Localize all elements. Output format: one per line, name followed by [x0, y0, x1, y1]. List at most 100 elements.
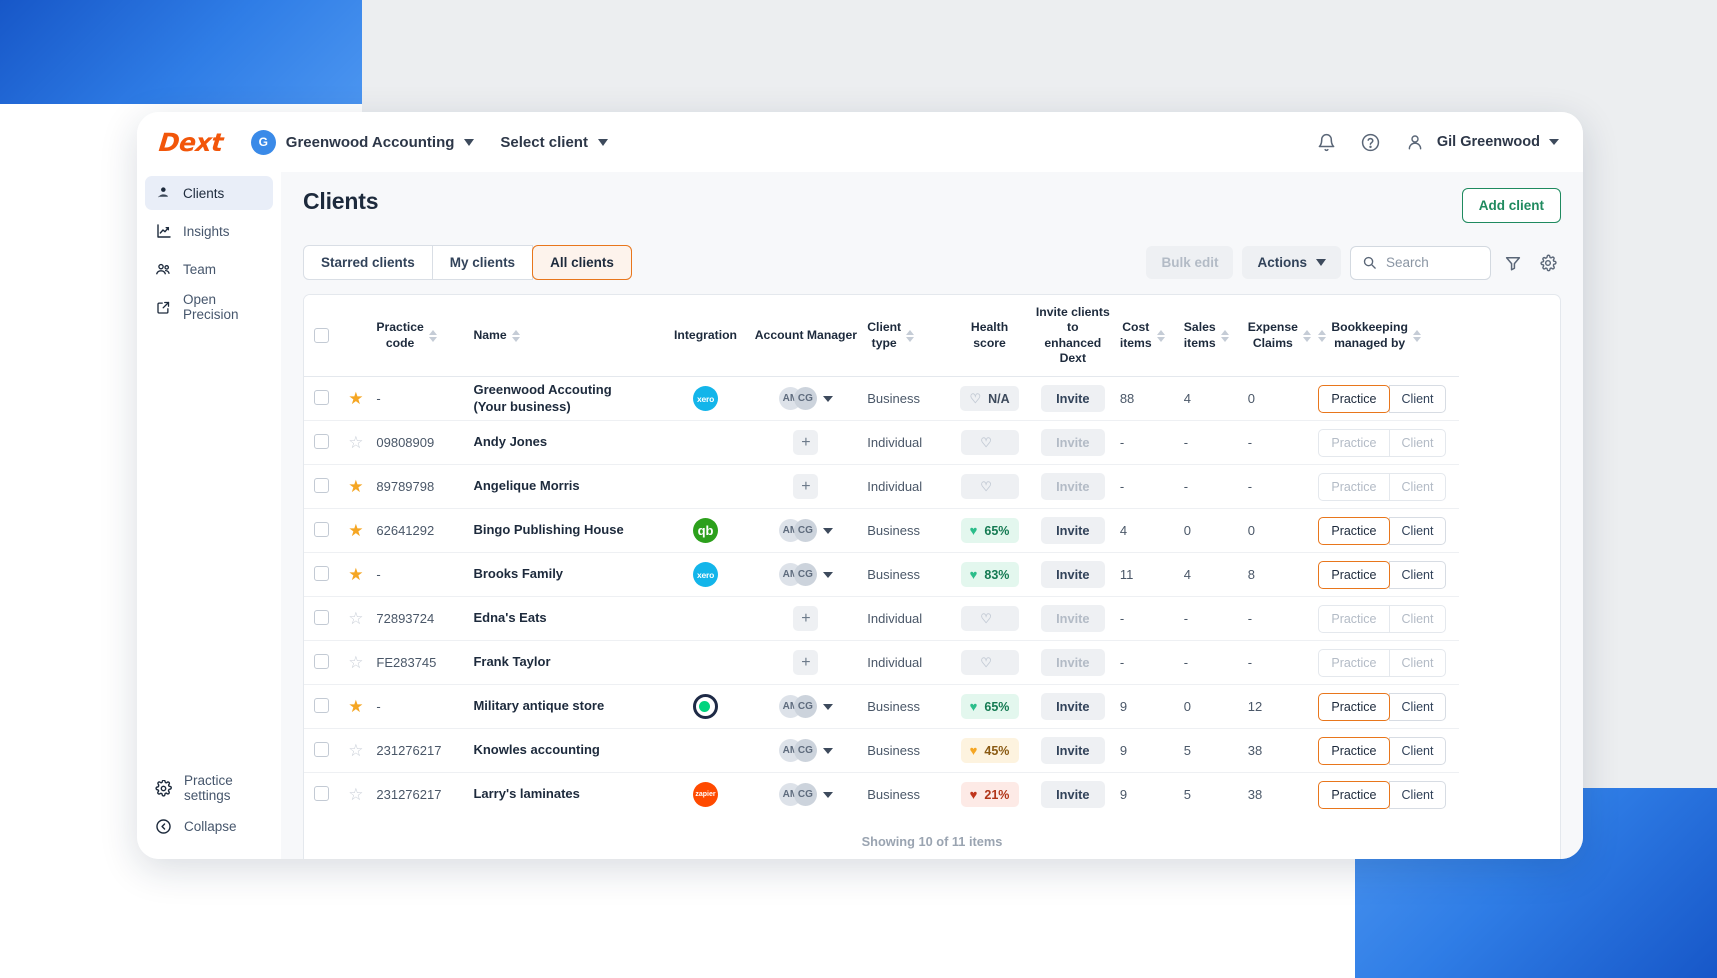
manager-group[interactable]: AMCG [753, 563, 860, 586]
bookkeeping-option-client[interactable]: Client [1389, 517, 1447, 545]
add-client-button[interactable]: Add client [1462, 188, 1561, 223]
star-icon[interactable]: ★ [348, 565, 363, 584]
add-manager-button[interactable]: + [793, 430, 818, 455]
invite-button[interactable]: Invite [1041, 517, 1104, 544]
invite-button[interactable]: Invite [1041, 561, 1104, 588]
bookkeeping-option-practice[interactable]: Practice [1318, 781, 1389, 809]
row-checkbox[interactable] [314, 610, 329, 625]
add-manager-button[interactable]: + [793, 650, 818, 675]
bell-icon[interactable] [1314, 129, 1340, 155]
sort-icon[interactable] [1413, 330, 1421, 342]
add-manager-button[interactable]: + [793, 606, 818, 631]
row-checkbox[interactable] [314, 566, 329, 581]
bookkeeping-option-client[interactable]: Client [1389, 385, 1447, 413]
sidebar-item-practice-settings[interactable]: Practice settings [145, 771, 273, 805]
star-icon[interactable]: ★ [348, 389, 363, 408]
star-icon[interactable]: ★ [348, 477, 363, 496]
qb-integration-icon[interactable]: qb [693, 518, 718, 543]
zapier-integration-icon[interactable]: zapier [693, 782, 718, 807]
user-menu[interactable]: Gil Greenwood [1402, 129, 1559, 155]
client-name-cell[interactable]: Knowles accounting [469, 729, 662, 773]
th-practice-code[interactable]: Practice code [372, 295, 469, 377]
sage-integration-icon[interactable] [693, 694, 718, 719]
sidebar-item-clients[interactable]: Clients [145, 176, 273, 210]
sidebar-item-team[interactable]: Team [145, 252, 273, 286]
chevron-down-icon[interactable] [823, 792, 833, 798]
table-row[interactable]: ☆72893724Edna's Eats+Individual♡Invite--… [304, 597, 1459, 641]
manager-group[interactable]: AMCG [753, 739, 860, 762]
star-icon[interactable]: ☆ [348, 653, 363, 672]
bookkeeping-option-practice[interactable]: Practice [1318, 385, 1389, 413]
tab-starred-clients[interactable]: Starred clients [303, 245, 433, 280]
search-box[interactable] [1350, 246, 1491, 280]
client-name-cell[interactable]: Andy Jones [469, 421, 662, 465]
actions-button[interactable]: Actions [1242, 246, 1341, 279]
manager-group[interactable]: AMCG [753, 695, 860, 718]
row-checkbox[interactable] [314, 698, 329, 713]
sort-icon[interactable] [429, 330, 437, 342]
gear-icon[interactable] [1535, 250, 1561, 276]
row-checkbox[interactable] [314, 390, 329, 405]
help-circle-icon[interactable] [1358, 129, 1384, 155]
row-checkbox[interactable] [314, 786, 329, 801]
row-checkbox[interactable] [314, 478, 329, 493]
sort-icon[interactable] [1221, 330, 1229, 342]
sort-icon[interactable] [1157, 330, 1165, 342]
client-name-cell[interactable]: Bingo Publishing House [469, 509, 662, 553]
table-row[interactable]: ★89789798Angelique Morris+Individual♡Inv… [304, 465, 1459, 509]
org-selector[interactable]: G Greenwood Accounting [251, 130, 475, 155]
row-checkbox[interactable] [314, 522, 329, 537]
bookkeeping-option-client[interactable]: Client [1389, 561, 1447, 589]
star-icon[interactable]: ★ [348, 697, 363, 716]
manager-group[interactable]: AMCG [753, 783, 860, 806]
th-name[interactable]: Name [469, 295, 662, 377]
sort-icon[interactable] [512, 330, 520, 342]
chevron-down-icon[interactable] [823, 396, 833, 402]
chevron-down-icon[interactable] [823, 748, 833, 754]
sort-icon[interactable] [1318, 330, 1326, 342]
client-name-cell[interactable]: Military antique store [469, 685, 662, 729]
xero-integration-icon[interactable]: xero [693, 386, 718, 411]
bookkeeping-option-client[interactable]: Client [1389, 781, 1447, 809]
invite-button[interactable]: Invite [1041, 693, 1104, 720]
bookkeeping-option-practice[interactable]: Practice [1318, 561, 1389, 589]
table-row[interactable]: ★-Greenwood Accouting (Your business)xer… [304, 377, 1459, 421]
chevron-down-icon[interactable] [823, 704, 833, 710]
row-checkbox[interactable] [314, 654, 329, 669]
bookkeeping-option-practice[interactable]: Practice [1318, 737, 1389, 765]
table-row[interactable]: ☆231276217Knowles accountingAMCGBusiness… [304, 729, 1459, 773]
client-name-cell[interactable]: Brooks Family [469, 553, 662, 597]
table-row[interactable]: ☆231276217Larry's laminateszapierAMCGBus… [304, 773, 1459, 817]
chevron-down-icon[interactable] [823, 528, 833, 534]
select-client-dropdown[interactable]: Select client [500, 134, 608, 151]
star-icon[interactable]: ★ [348, 521, 363, 540]
star-icon[interactable]: ☆ [348, 741, 363, 760]
bookkeeping-option-practice[interactable]: Practice [1318, 693, 1389, 721]
client-name-cell[interactable]: Edna's Eats [469, 597, 662, 641]
star-icon[interactable]: ☆ [348, 609, 363, 628]
sort-icon[interactable] [1303, 330, 1311, 342]
manager-group[interactable]: AMCG [753, 519, 860, 542]
dext-logo[interactable]: Dext [157, 128, 224, 157]
th-expense-claims[interactable]: Expense Claims [1244, 295, 1315, 377]
row-checkbox[interactable] [314, 434, 329, 449]
invite-button[interactable]: Invite [1041, 737, 1104, 764]
invite-button[interactable]: Invite [1041, 385, 1104, 412]
row-checkbox[interactable] [314, 742, 329, 757]
xero-integration-icon[interactable]: xero [693, 562, 718, 587]
table-row[interactable]: ★62641292Bingo Publishing HouseqbAMCGBus… [304, 509, 1459, 553]
sidebar-item-open-precision[interactable]: Open Precision [145, 290, 273, 324]
add-manager-button[interactable]: + [793, 474, 818, 499]
th-sales-items[interactable]: Sales items [1180, 295, 1244, 377]
client-name-cell[interactable]: Frank Taylor [469, 641, 662, 685]
invite-button[interactable]: Invite [1041, 781, 1104, 808]
th-client-type[interactable]: Client type [863, 295, 949, 377]
manager-group[interactable]: AMCG [753, 387, 860, 410]
search-input[interactable] [1386, 255, 1479, 270]
table-row[interactable]: ★-Military antique storeAMCGBusiness♥65%… [304, 685, 1459, 729]
th-bookkeeping[interactable]: Bookkeeping managed by [1314, 295, 1459, 377]
bookkeeping-option-client[interactable]: Client [1389, 693, 1447, 721]
star-icon[interactable]: ☆ [348, 785, 363, 804]
chevron-down-icon[interactable] [823, 572, 833, 578]
bookkeeping-option-client[interactable]: Client [1389, 737, 1447, 765]
